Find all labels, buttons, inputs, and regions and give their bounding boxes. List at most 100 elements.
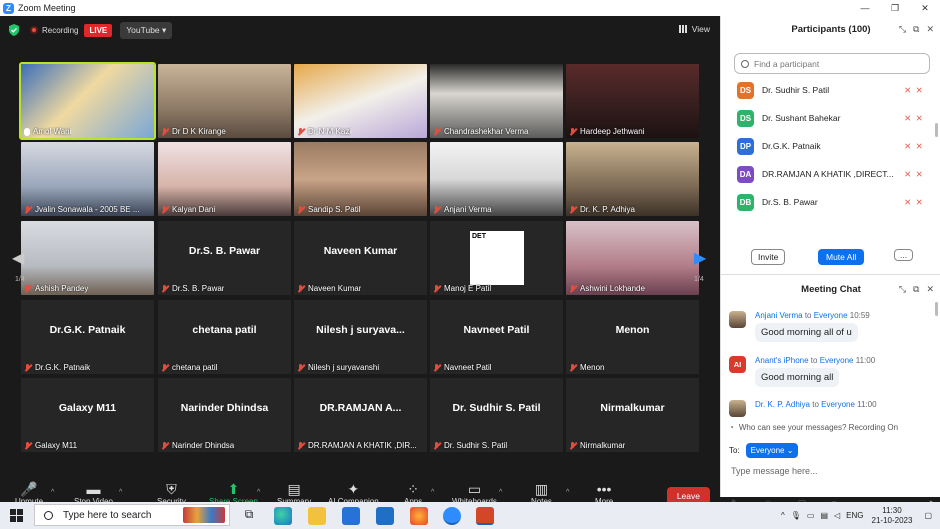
store-icon[interactable] bbox=[342, 507, 360, 525]
participant-video-tile[interactable]: Nilesh j suryava... Nilesh j suryavanshi bbox=[294, 300, 427, 374]
mail-icon[interactable] bbox=[376, 507, 394, 525]
participant-name-text: Menon bbox=[580, 363, 605, 372]
window-controls: — ❐ ✕ bbox=[850, 0, 940, 16]
participant-row[interactable]: DP Dr.G.K. Patnaik ⨯⨯ bbox=[737, 137, 927, 155]
participant-video-tile[interactable]: Dr.G.K. Patnaik Dr.G.K. Patnaik bbox=[21, 300, 154, 374]
participant-video-tile[interactable]: Dr.S. B. Pawar Dr.S. B. Pawar bbox=[158, 221, 291, 295]
participant-video-tile[interactable]: Hardeep Jethwani bbox=[566, 64, 699, 138]
participant-video-tile[interactable]: Dr N M Kazi bbox=[294, 64, 427, 138]
volume-icon[interactable]: ◁ bbox=[834, 511, 840, 520]
mic-off-icon: 🎤 bbox=[20, 481, 38, 497]
sender-avatar bbox=[729, 311, 746, 328]
participant-name-label: Dr. K. P. Adhiya bbox=[569, 205, 635, 214]
chat-message[interactable]: Dr. K. P. Adhiya to Everyone 11:00 bbox=[729, 400, 929, 417]
next-page-arrow-icon[interactable]: ▶ bbox=[694, 248, 706, 268]
participant-video-tile[interactable]: Naveen Kumar Naveen Kumar bbox=[294, 221, 427, 295]
participant-video-tile[interactable]: Kalyan Dani bbox=[158, 142, 291, 216]
participant-video-tile[interactable]: Anjani Verma bbox=[430, 142, 563, 216]
chat-collapse-icon[interactable]: ⤡ bbox=[899, 284, 906, 295]
share-options-caret-icon[interactable]: ^ bbox=[257, 489, 260, 496]
zoom-taskbar-icon[interactable] bbox=[443, 507, 461, 525]
muted-mic-icon bbox=[433, 441, 441, 450]
language-indicator[interactable]: ENG bbox=[846, 511, 863, 520]
invite-button[interactable]: Invite bbox=[751, 249, 786, 265]
participant-video-tile[interactable]: Dr. Sudhir S. Patil Dr. Sudhir S. Patil bbox=[430, 378, 563, 452]
close-panel-icon[interactable]: ✕ bbox=[926, 24, 934, 35]
participant-video-tile[interactable]: Jvalin Sonawala - 2005 BE ... bbox=[21, 142, 154, 216]
clock[interactable]: 11:30 21-10-2023 bbox=[872, 506, 913, 526]
restore-icon[interactable]: ❐ bbox=[880, 0, 910, 16]
participant-video-tile[interactable]: Amol Wani bbox=[19, 62, 156, 140]
participant-video-tile[interactable]: Narinder Dhindsa Narinder Dhindsa bbox=[158, 378, 291, 452]
participant-video-tile[interactable]: Ashish Pandey bbox=[21, 221, 154, 295]
live-badge[interactable]: LIVE bbox=[84, 23, 113, 37]
file-explorer-icon[interactable] bbox=[308, 507, 326, 525]
sender-name[interactable]: Dr. K. P. Adhiya bbox=[755, 400, 810, 409]
chat-message-input[interactable]: Type message here... bbox=[731, 466, 818, 476]
encryption-shield-icon[interactable] bbox=[8, 24, 20, 36]
youtube-dropdown[interactable]: YouTube ▾ bbox=[120, 21, 173, 39]
chat-message[interactable]: AI Anant's iPhone to Everyone 11:00 Good m… bbox=[729, 356, 929, 387]
participant-video-tile[interactable]: DR.RAMJAN A... DR.RAMJAN A KHATIK ,DIR... bbox=[294, 378, 427, 452]
recording-indicator[interactable]: Recording bbox=[30, 26, 78, 35]
participant-video-tile[interactable]: Galaxy M11 Galaxy M11 bbox=[21, 378, 154, 452]
video-options-caret-icon[interactable]: ^ bbox=[119, 489, 122, 496]
close-icon[interactable]: ✕ bbox=[910, 0, 940, 16]
participant-row[interactable]: DB Dr.S. B. Pawar ⨯⨯ bbox=[737, 193, 927, 211]
participant-video-tile[interactable]: Menon Menon bbox=[566, 300, 699, 374]
participant-video-tile[interactable]: Sandip S. Patil bbox=[294, 142, 427, 216]
taskbar-search-input[interactable]: Type here to search bbox=[34, 504, 230, 526]
task-view-icon[interactable]: ⧉ bbox=[240, 507, 258, 525]
collapse-icon[interactable]: ⤡ bbox=[899, 24, 906, 35]
chat-popout-icon[interactable]: ⧉ bbox=[913, 284, 919, 295]
participant-video-tile[interactable]: DET Manoj E Patil bbox=[430, 221, 563, 295]
minimize-icon[interactable]: — bbox=[850, 0, 880, 16]
participant-row[interactable]: DS Dr. Sudhir S. Patil ⨯⨯ bbox=[737, 81, 927, 99]
prev-page-arrow-icon[interactable]: ◀ bbox=[12, 248, 24, 268]
whiteboard-options-caret-icon[interactable]: ^ bbox=[499, 489, 502, 496]
sender-name[interactable]: Anant's iPhone bbox=[755, 356, 809, 365]
network-icon[interactable]: ▤ bbox=[820, 511, 828, 520]
participant-video-tile[interactable]: Navneet Patil Navneet Patil bbox=[430, 300, 563, 374]
notifications-icon[interactable]: ▢ bbox=[924, 511, 932, 520]
sender-name[interactable]: Anjani Verma bbox=[755, 311, 803, 320]
recording-dot-icon bbox=[30, 26, 38, 34]
chat-scrollbar[interactable] bbox=[935, 302, 938, 316]
participant-name-label: Amol Wani bbox=[24, 127, 71, 136]
tray-overflow-icon[interactable]: ^ bbox=[781, 511, 785, 520]
participant-video-tile[interactable]: Nirmalkumar Nirmalkumar bbox=[566, 378, 699, 452]
apps-options-caret-icon[interactable]: ^ bbox=[431, 489, 434, 496]
message-visibility-note[interactable]: ◔ Who can see your messages? Recording O… bbox=[729, 423, 898, 432]
participant-search-input[interactable]: Find a participant bbox=[734, 53, 930, 74]
participant-video-tile[interactable]: chetana patil chetana patil bbox=[158, 300, 291, 374]
participant-row[interactable]: DS Dr. Sushant Bahekar ⨯⨯ bbox=[737, 109, 927, 127]
popout-icon[interactable]: ⧉ bbox=[913, 24, 919, 35]
search-icon bbox=[741, 59, 749, 68]
edge-browser-icon[interactable] bbox=[274, 507, 292, 525]
microphone-tray-icon[interactable]: 🎙 bbox=[791, 511, 801, 520]
participant-name-label: Galaxy M11 bbox=[24, 441, 77, 450]
battery-icon[interactable]: ▭ bbox=[807, 511, 815, 520]
powerpoint-icon[interactable] bbox=[476, 507, 494, 525]
participant-scrollbar[interactable] bbox=[935, 123, 938, 137]
windows-start-icon[interactable] bbox=[10, 509, 23, 522]
audio-options-caret-icon[interactable]: ^ bbox=[51, 489, 54, 496]
participant-video-tile[interactable]: Chandrashekhar Verma bbox=[430, 64, 563, 138]
chat-message[interactable]: Anjani Verma to Everyone 10:59 Good morni… bbox=[729, 311, 929, 342]
participant-row[interactable]: DA DR.RAMJAN A KHATIK ,DIRECT... ⨯⨯ bbox=[737, 165, 927, 183]
participant-display-name: chetana patil bbox=[192, 324, 257, 336]
participant-video-tile[interactable]: Dr. K. P. Adhiya bbox=[566, 142, 699, 216]
message-meta: Anant's iPhone to Everyone 11:00 bbox=[755, 356, 929, 365]
participant-name-label: Hardeep Jethwani bbox=[569, 127, 644, 136]
participant-video-tile[interactable]: Dr D K Kirange bbox=[158, 64, 291, 138]
notes-options-caret-icon[interactable]: ^ bbox=[566, 489, 569, 496]
view-button[interactable]: View bbox=[678, 24, 710, 34]
recipient-name: Everyone bbox=[813, 311, 848, 320]
recipient-dropdown[interactable]: Everyone ⌄ bbox=[745, 443, 799, 458]
chat-close-icon[interactable]: ✕ bbox=[926, 284, 934, 295]
firefox-icon[interactable] bbox=[410, 507, 428, 525]
participant-more-button[interactable]: ... bbox=[894, 249, 914, 261]
participant-video-tile[interactable]: Ashwini Lokhande bbox=[566, 221, 699, 295]
participant-name-label: Ashwini Lokhande bbox=[569, 284, 645, 293]
mute-all-button[interactable]: Mute All bbox=[818, 249, 865, 265]
